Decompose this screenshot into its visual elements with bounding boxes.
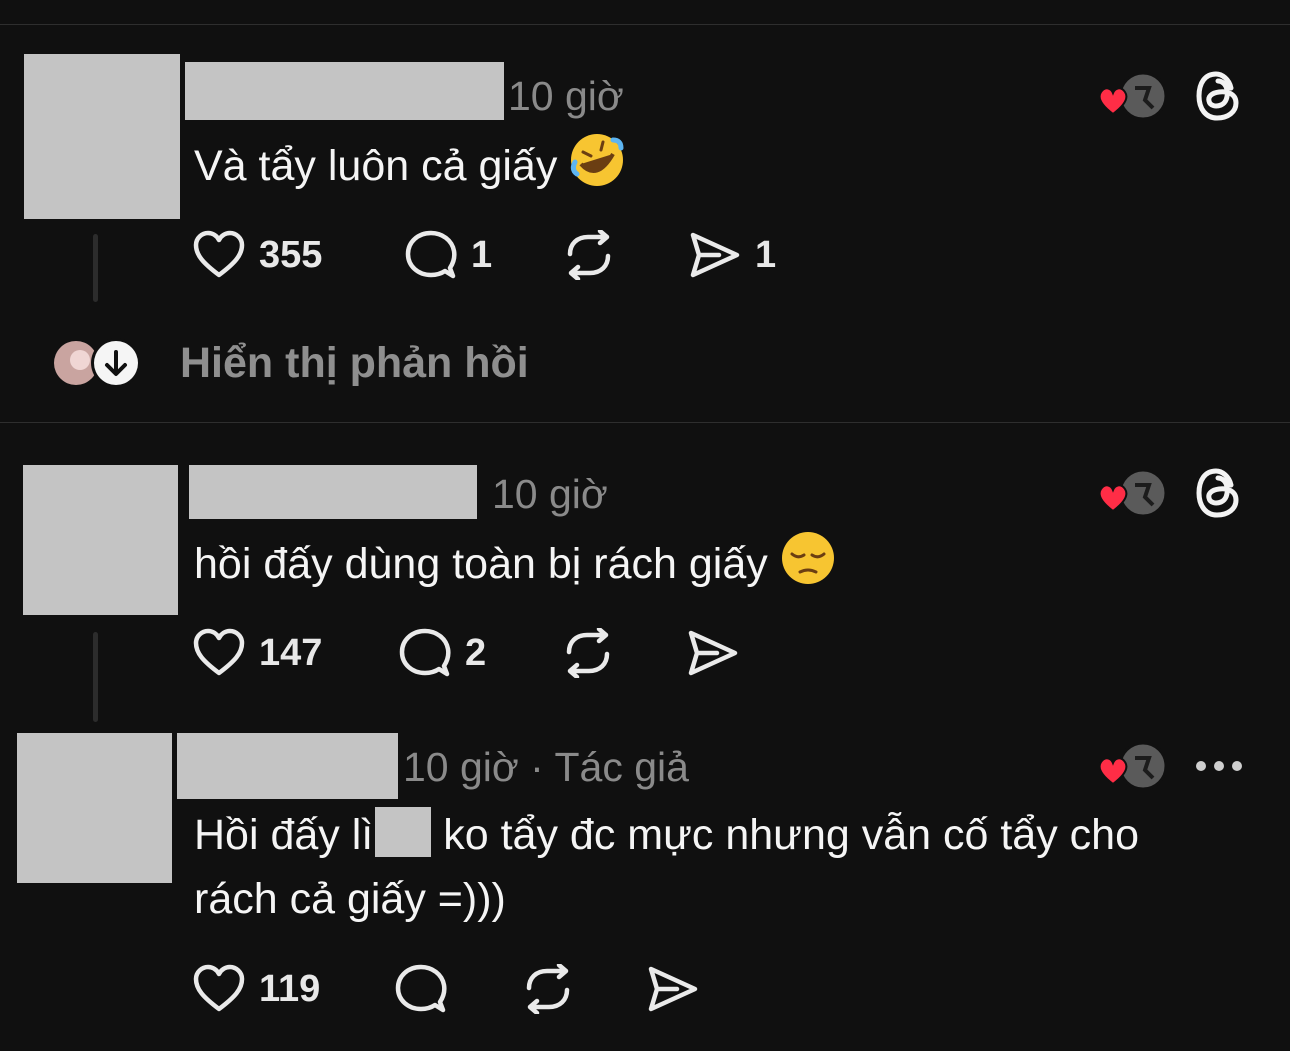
more-icon[interactable] [1194,756,1244,781]
share-button[interactable] [687,628,739,678]
timestamp: 10 giờ [492,471,608,517]
threads-logo-icon[interactable] [1194,467,1242,524]
comment-text: Hồi đấy lì ko tẩy đc mực nhưng vẫn cố tẩy… [194,803,1139,931]
share-button[interactable]: 1 [689,230,776,280]
top-divider [0,24,1290,25]
comment-bubble-icon [399,628,451,677]
repost-icon [567,230,611,280]
timestamp: 10 giờ · Tác giả [403,744,689,790]
share-count: 1 [755,234,777,276]
comment-text-part-b: ko tẩy đc mực nhưng vẫn cố tẩy cho [443,811,1139,859]
like-count: 355 [259,234,323,276]
comment-text: hồi đấy dùng toàn bị rách giấy [194,530,836,604]
section-divider [0,422,1290,423]
timestamp: 10 giờ [508,73,624,119]
like-count: 119 [259,968,321,1010]
reply-avatars [54,338,141,388]
comment-text-line-2: rách cả giấy =))) [194,875,506,923]
reply-count: 1 [471,234,493,276]
text-redacted [375,807,432,857]
like-button[interactable]: 147 [193,628,322,678]
liked-by-author-indicator[interactable] [1097,740,1168,792]
comment-text-content: Và tẩy luôn cả giấy [194,142,558,190]
comment-text-line-1: Hồi đấy lì ko tẩy đc mực nhưng vẫn cố tẩy… [194,803,1139,867]
comment-text-part-a: Hồi đấy lì [194,811,374,859]
repost-icon [566,628,610,678]
username-redacted[interactable] [189,465,477,519]
reply-button[interactable] [395,964,447,1014]
pensive-face-emoji [780,530,836,604]
comment-bubble-icon [395,964,447,1013]
username-redacted[interactable] [177,733,398,799]
thread-line [93,632,98,722]
liked-by-author-indicator[interactable] [1097,70,1168,122]
repost-button[interactable] [562,230,616,280]
avatar-redacted[interactable] [23,465,178,615]
show-replies-button[interactable]: Hiển thị phản hồi [52,338,529,388]
heart-icon [193,230,245,278]
send-icon [688,630,738,676]
like-count: 147 [259,632,323,674]
avatar-redacted[interactable] [17,733,172,883]
show-replies-label: Hiển thị phản hồi [180,338,529,387]
repost-button[interactable] [561,628,615,678]
comment-text: Và tẩy luôn cả giấy [194,132,625,206]
repost-icon [526,964,570,1014]
reply-button[interactable]: 2 [399,628,486,678]
comment-bubble-icon [405,230,457,279]
reply-button[interactable]: 1 [405,230,492,280]
repost-button[interactable] [521,964,575,1014]
avatar-redacted[interactable] [24,54,180,219]
username-redacted[interactable] [185,62,504,120]
send-icon [648,966,698,1012]
threads-logo-icon[interactable] [1194,70,1242,127]
heart-icon [193,964,245,1012]
reply-count: 2 [465,632,487,674]
thread-line [93,234,98,302]
comment-text-content: hồi đấy dùng toàn bị rách giấy [194,540,768,588]
share-button[interactable] [647,964,699,1014]
like-button[interactable]: 119 [193,964,320,1014]
liked-by-author-indicator[interactable] [1097,467,1168,519]
rolling-on-floor-laughing-emoji [569,132,625,206]
send-icon [690,232,740,278]
heart-icon [193,628,245,676]
like-button[interactable]: 355 [193,230,322,280]
